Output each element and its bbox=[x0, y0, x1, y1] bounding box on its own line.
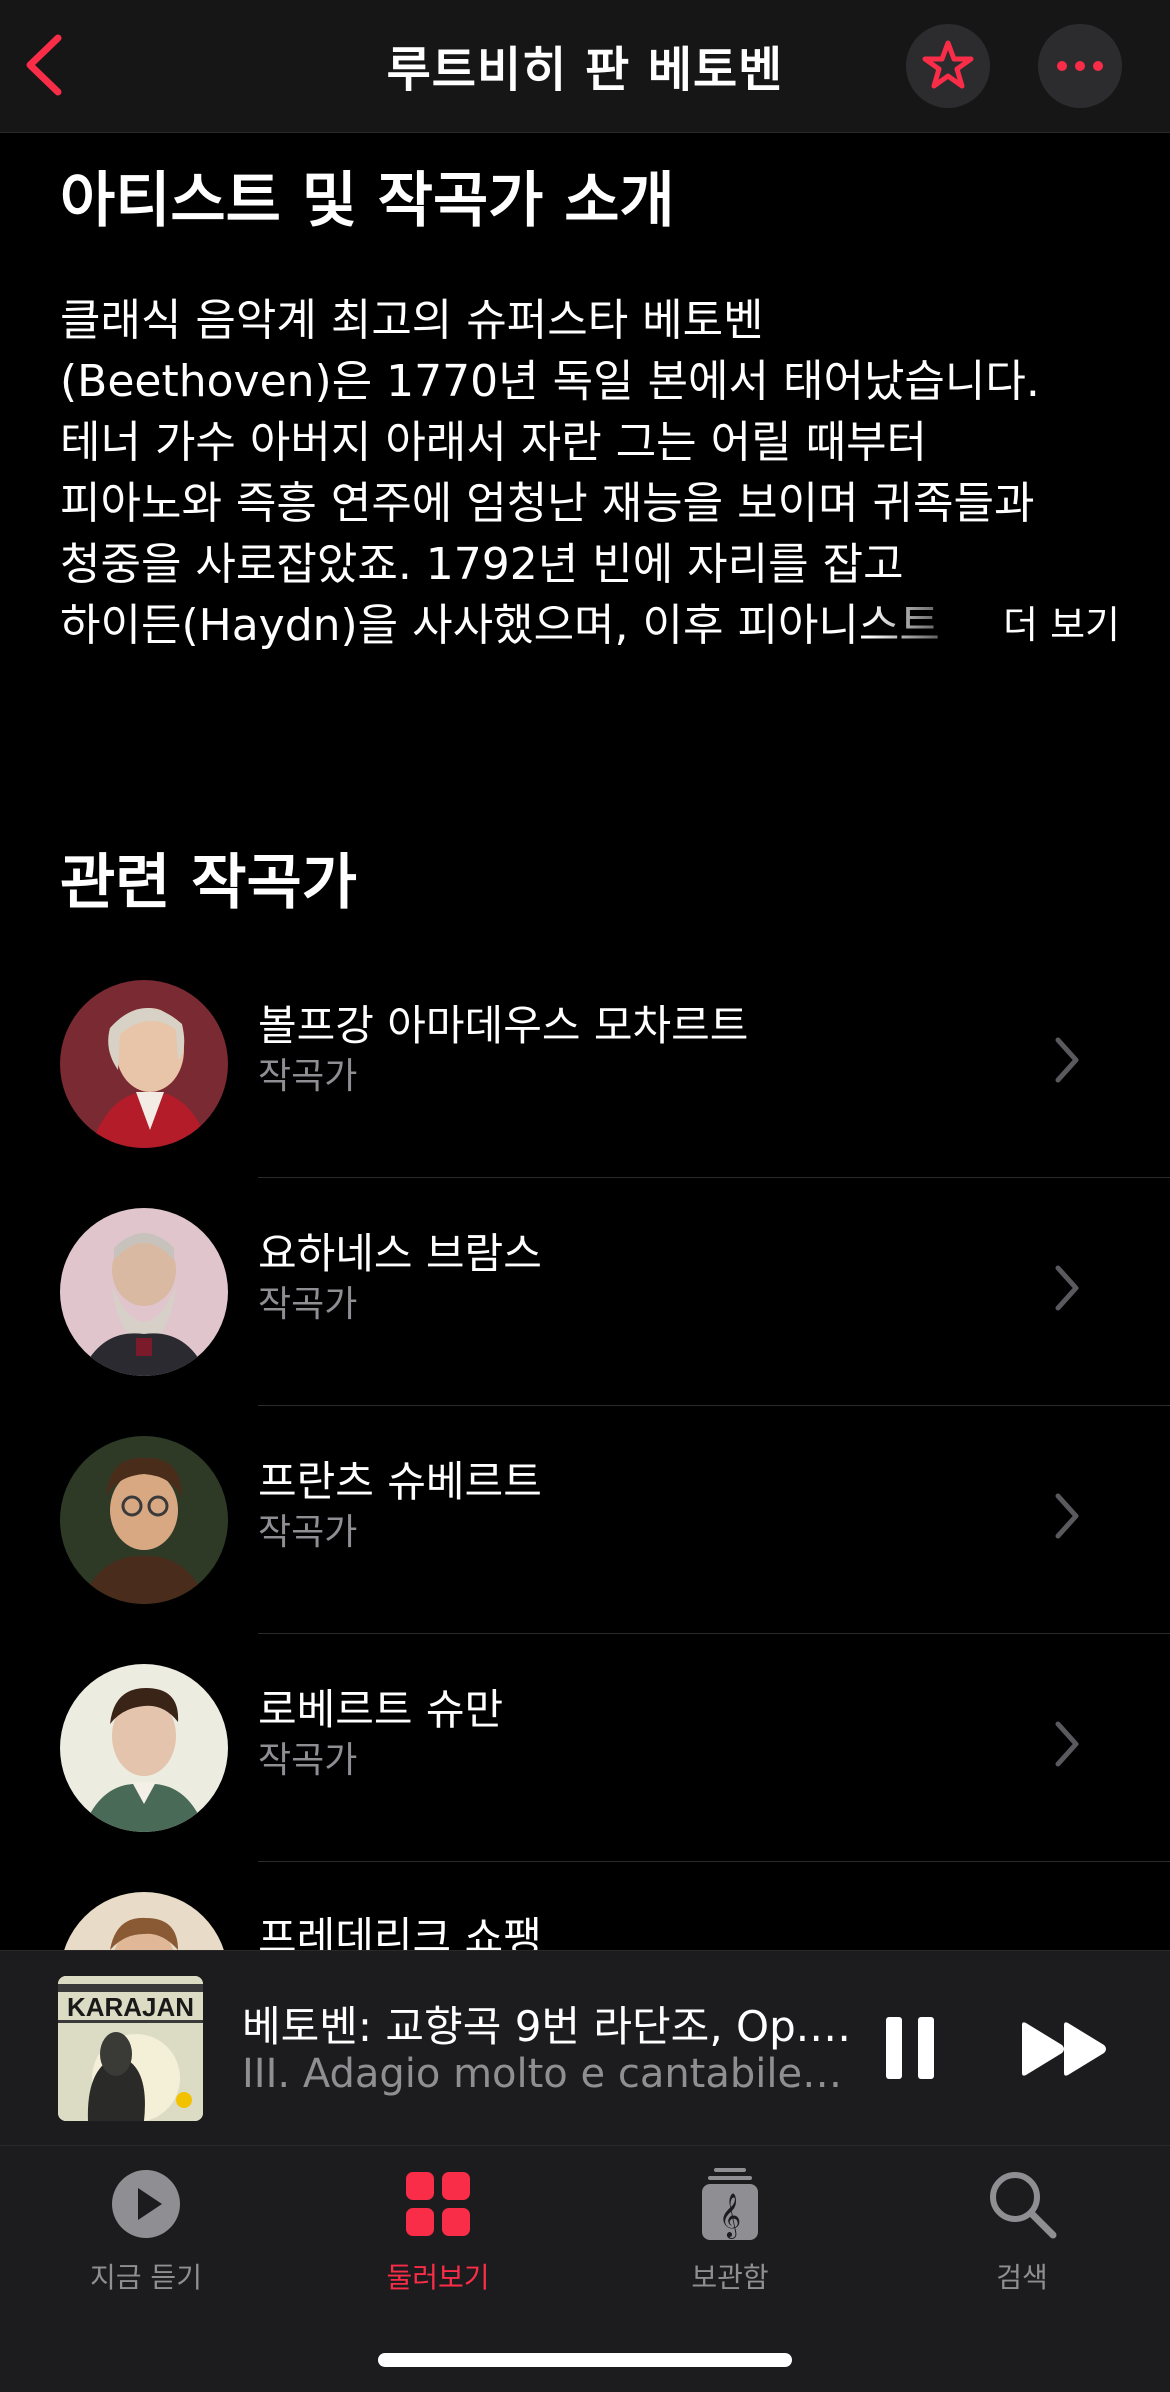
svg-text:𝄞: 𝄞 bbox=[719, 2193, 741, 2239]
play-circle-icon bbox=[112, 2170, 180, 2238]
composer-name: 요하네스 브람스 bbox=[258, 1229, 542, 1278]
composer-role: 작곡가 bbox=[258, 1056, 358, 1097]
tab-label: 보관함 bbox=[691, 2261, 769, 2294]
search-icon bbox=[990, 2172, 1057, 2239]
list-item[interactable]: 프란츠 슈베르트 작곡가 bbox=[0, 1406, 1170, 1634]
pause-icon[interactable] bbox=[884, 2015, 936, 2081]
related-composers-title: 관련 작곡가 bbox=[60, 848, 357, 918]
composer-role: 작곡가 bbox=[258, 1512, 358, 1553]
avatar bbox=[60, 1664, 228, 1832]
album-title: KARAJAN bbox=[66, 1992, 195, 2022]
ellipsis-icon bbox=[1057, 61, 1103, 71]
tab-library[interactable]: 𝄞 보관함 bbox=[584, 2164, 876, 2296]
about-last-line-row: 하이든(Haydn)을 사사했으며, 이후 피아니스트 더 보기 bbox=[60, 595, 1120, 656]
fast-forward-icon[interactable] bbox=[1018, 2019, 1112, 2079]
composer-name: 로베르트 슈만 bbox=[258, 1685, 504, 1734]
tab-label: 둘러보기 bbox=[386, 2261, 490, 2294]
composer-role: 작곡가 bbox=[258, 1284, 358, 1325]
more-link[interactable]: 더 보기 bbox=[1003, 595, 1120, 656]
composer-name: 프란츠 슈베르트 bbox=[258, 1457, 542, 1506]
home-indicator bbox=[378, 2353, 792, 2367]
more-button[interactable] bbox=[1038, 24, 1122, 108]
now-playing-subtitle: III. Adagio molto e cantabile… bbox=[242, 2051, 843, 2097]
list-item[interactable]: 로베르트 슈만 작곡가 bbox=[0, 1634, 1170, 1862]
about-line: (Beethoven)은 1770년 독일 본에서 태어났습니다. bbox=[60, 356, 1040, 407]
now-playing-title: 베토벤: 교향곡 9번 라단조, Op.… bbox=[242, 2002, 852, 2051]
about-title: 아티스트 및 작곡가 소개 bbox=[60, 166, 675, 236]
album-artwork[interactable]: KARAJAN bbox=[58, 1976, 203, 2121]
tab-label: 지금 듣기 bbox=[90, 2261, 202, 2294]
favorite-button[interactable] bbox=[906, 24, 990, 108]
composer-role: 작곡가 bbox=[258, 1740, 358, 1781]
chevron-right-icon bbox=[1055, 1037, 1079, 1083]
list-item[interactable]: 요하네스 브람스 작곡가 bbox=[0, 1178, 1170, 1406]
nav-bar: 루트비히 판 베토벤 bbox=[0, 0, 1170, 133]
tab-browse[interactable]: 둘러보기 bbox=[292, 2164, 584, 2296]
page-title: 루트비히 판 베토벤 bbox=[386, 42, 784, 98]
list-item[interactable]: 볼프강 아마데우스 모차르트 작곡가 bbox=[0, 950, 1170, 1178]
grid-icon bbox=[406, 2172, 470, 2236]
tab-label: 검색 bbox=[996, 2261, 1048, 2294]
chevron-right-icon bbox=[1055, 1721, 1079, 1767]
avatar bbox=[60, 1436, 228, 1604]
avatar bbox=[60, 1208, 228, 1376]
library-icon: 𝄞 bbox=[702, 2168, 758, 2240]
star-icon bbox=[922, 40, 974, 89]
tab-listen-now[interactable]: 지금 듣기 bbox=[0, 2164, 292, 2296]
about-line: 테너 가수 아버지 아래서 자란 그는 어릴 때부터 bbox=[60, 417, 928, 468]
about-line: 피아노와 즉흥 연주에 엄청난 재능을 보이며 귀족들과 bbox=[60, 478, 1035, 529]
mini-player[interactable]: KARAJAN 베토벤: 교향곡 9번 라단조, Op.… III. Adagi… bbox=[0, 1950, 1170, 2146]
chevron-right-icon bbox=[1055, 1493, 1079, 1539]
avatar bbox=[60, 980, 228, 1148]
about-line: 클래식 음악계 최고의 슈퍼스타 베토벤 bbox=[60, 295, 764, 346]
about-line: 청중을 사로잡았죠. 1792년 빈에 자리를 잡고 bbox=[60, 539, 904, 590]
composer-name: 볼프강 아마데우스 모차르트 bbox=[258, 1001, 749, 1050]
about-text: 클래식 음악계 최고의 슈퍼스타 베토벤 (Beethoven)은 1770년 … bbox=[60, 290, 1120, 656]
tab-search[interactable]: 검색 bbox=[876, 2164, 1168, 2296]
about-line: 하이든(Haydn)을 사사했으며, 이후 피아니스트 bbox=[60, 600, 940, 651]
chevron-right-icon bbox=[1055, 1265, 1079, 1311]
